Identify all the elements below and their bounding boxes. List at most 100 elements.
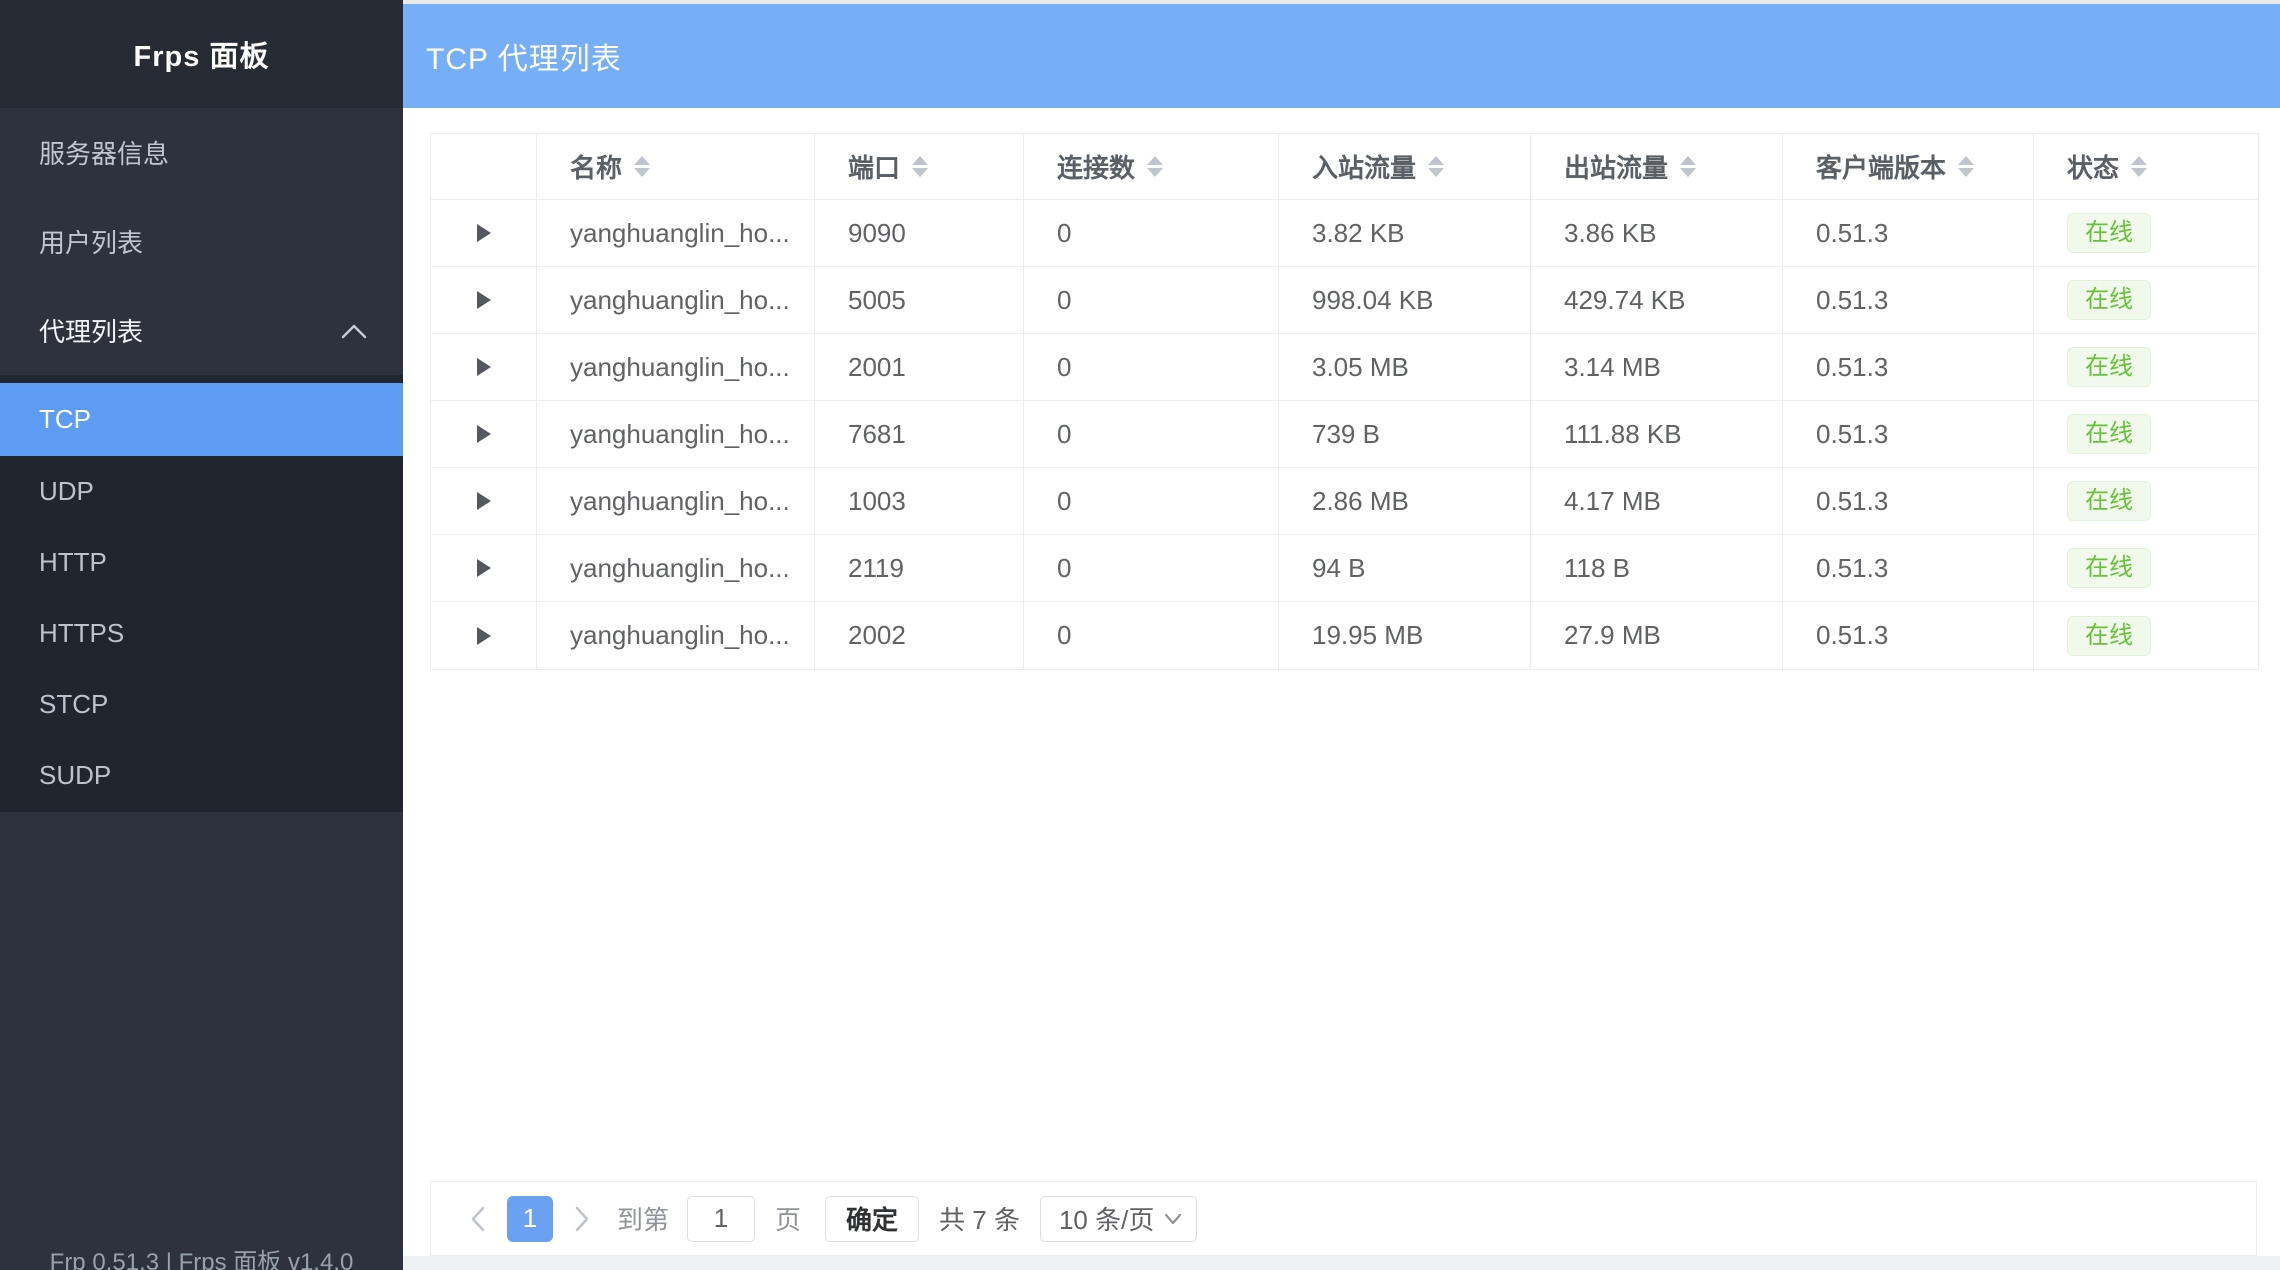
status-badge: 在线 bbox=[2067, 481, 2151, 521]
expand-cell bbox=[431, 334, 537, 400]
page-title: TCP 代理列表 bbox=[426, 34, 622, 78]
expand-row-icon[interactable] bbox=[477, 291, 491, 309]
cell-name: yanghuanglin_ho... bbox=[537, 468, 815, 534]
cell-connections: 0 bbox=[1024, 468, 1279, 534]
expand-row-icon[interactable] bbox=[477, 627, 491, 645]
cell-name: yanghuanglin_ho... bbox=[537, 267, 815, 333]
frps-dashboard: Frps 面板 服务器信息 用户列表 代理列表 TCP UDP bbox=[0, 0, 2280, 1270]
cell-port: 9090 bbox=[815, 200, 1024, 266]
column-header-connections[interactable]: 连接数 bbox=[1024, 134, 1279, 199]
cell-traffic-out: 3.14 MB bbox=[1531, 334, 1783, 400]
cell-traffic-in: 3.05 MB bbox=[1279, 334, 1531, 400]
cell-status: 在线 bbox=[2034, 200, 2258, 266]
app-title: Frps 面板 bbox=[134, 33, 270, 75]
sidebar-item-label: TCP bbox=[39, 404, 91, 435]
sort-carets-icon[interactable] bbox=[634, 156, 650, 177]
total-count-label: 共 7 条 bbox=[939, 1200, 1020, 1237]
column-header-status[interactable]: 状态 bbox=[2034, 134, 2258, 199]
cell-port: 1003 bbox=[815, 468, 1024, 534]
cell-status: 在线 bbox=[2034, 535, 2258, 601]
sort-carets-icon[interactable] bbox=[2131, 156, 2147, 177]
cell-connections: 0 bbox=[1024, 334, 1279, 400]
column-label: 出站流量 bbox=[1564, 148, 1668, 185]
sidebar-item-udp[interactable]: UDP bbox=[0, 456, 403, 527]
cell-status: 在线 bbox=[2034, 334, 2258, 400]
cell-client-version: 0.51.3 bbox=[1783, 334, 2034, 400]
expand-cell bbox=[431, 602, 537, 669]
expand-row-icon[interactable] bbox=[477, 559, 491, 577]
column-label: 客户端版本 bbox=[1816, 148, 1946, 185]
cell-traffic-in: 2.86 MB bbox=[1279, 468, 1531, 534]
sort-carets-icon[interactable] bbox=[912, 156, 928, 177]
sort-carets-icon[interactable] bbox=[1428, 156, 1444, 177]
chevron-down-icon bbox=[1164, 1213, 1182, 1225]
sidebar-item-sudp[interactable]: SUDP bbox=[0, 740, 403, 811]
column-header-name[interactable]: 名称 bbox=[537, 134, 815, 199]
sidebar-item-user-list[interactable]: 用户列表 bbox=[0, 197, 403, 286]
page-number-button[interactable]: 1 bbox=[507, 1196, 553, 1242]
status-badge: 在线 bbox=[2067, 616, 2151, 656]
cell-port: 2119 bbox=[815, 535, 1024, 601]
cell-connections: 0 bbox=[1024, 401, 1279, 467]
cell-client-version: 0.51.3 bbox=[1783, 401, 2034, 467]
sidebar-item-http[interactable]: HTTP bbox=[0, 527, 403, 598]
sidebar-item-server-info[interactable]: 服务器信息 bbox=[0, 108, 403, 197]
column-label: 连接数 bbox=[1057, 148, 1135, 185]
page-jump-input[interactable] bbox=[687, 1196, 755, 1242]
column-header-traffic-in[interactable]: 入站流量 bbox=[1279, 134, 1531, 199]
column-label: 名称 bbox=[570, 148, 622, 185]
cell-traffic-in: 3.82 KB bbox=[1279, 200, 1531, 266]
expand-cell bbox=[431, 535, 537, 601]
status-badge: 在线 bbox=[2067, 414, 2151, 454]
expand-row-icon[interactable] bbox=[477, 358, 491, 376]
column-label: 入站流量 bbox=[1312, 148, 1416, 185]
table-row: yanghuanglin_ho...100302.86 MB4.17 MB0.5… bbox=[431, 468, 2258, 535]
confirm-button[interactable]: 确定 bbox=[825, 1196, 919, 1242]
cell-connections: 0 bbox=[1024, 602, 1279, 669]
cell-traffic-out: 4.17 MB bbox=[1531, 468, 1783, 534]
column-header-port[interactable]: 端口 bbox=[815, 134, 1024, 199]
expand-cell bbox=[431, 468, 537, 534]
cell-name: yanghuanglin_ho... bbox=[537, 535, 815, 601]
sort-carets-icon[interactable] bbox=[1958, 156, 1974, 177]
table-header-row: 名称 端口 连接数 入站流量 出站流量 客户端版本 bbox=[431, 134, 2258, 200]
prev-page-button[interactable] bbox=[467, 1204, 489, 1234]
cell-name: yanghuanglin_ho... bbox=[537, 200, 815, 266]
next-page-button[interactable] bbox=[571, 1204, 593, 1234]
status-badge: 在线 bbox=[2067, 213, 2151, 253]
sidebar-item-label: UDP bbox=[39, 476, 94, 507]
cell-traffic-in: 739 B bbox=[1279, 401, 1531, 467]
sidebar-menu: 服务器信息 用户列表 代理列表 TCP UDP HTTP bbox=[0, 108, 403, 812]
cell-status: 在线 bbox=[2034, 267, 2258, 333]
cell-traffic-out: 111.88 KB bbox=[1531, 401, 1783, 467]
cell-name: yanghuanglin_ho... bbox=[537, 401, 815, 467]
cell-port: 7681 bbox=[815, 401, 1024, 467]
cell-traffic-out: 429.74 KB bbox=[1531, 267, 1783, 333]
expand-cell bbox=[431, 401, 537, 467]
cell-traffic-in: 998.04 KB bbox=[1279, 267, 1531, 333]
page-size-select[interactable]: 10 条/页 bbox=[1040, 1196, 1197, 1242]
sidebar-item-label: HTTPS bbox=[39, 618, 124, 649]
column-header-client-version[interactable]: 客户端版本 bbox=[1783, 134, 2034, 199]
column-header-traffic-out[interactable]: 出站流量 bbox=[1531, 134, 1783, 199]
expand-row-icon[interactable] bbox=[477, 224, 491, 242]
sidebar-item-https[interactable]: HTTPS bbox=[0, 598, 403, 669]
cell-name: yanghuanglin_ho... bbox=[537, 334, 815, 400]
sort-carets-icon[interactable] bbox=[1147, 156, 1163, 177]
sidebar-item-label: SUDP bbox=[39, 760, 111, 791]
cell-status: 在线 bbox=[2034, 468, 2258, 534]
cell-traffic-in: 94 B bbox=[1279, 535, 1531, 601]
cell-port: 2001 bbox=[815, 334, 1024, 400]
expand-row-icon[interactable] bbox=[477, 425, 491, 443]
sidebar-item-stcp[interactable]: STCP bbox=[0, 669, 403, 740]
table-row: yanghuanglin_ho...909003.82 KB3.86 KB0.5… bbox=[431, 200, 2258, 267]
sidebar: Frps 面板 服务器信息 用户列表 代理列表 TCP UDP bbox=[0, 0, 403, 1270]
sidebar-item-proxy-list[interactable]: 代理列表 bbox=[0, 286, 403, 375]
cell-traffic-out: 27.9 MB bbox=[1531, 602, 1783, 669]
sort-carets-icon[interactable] bbox=[1680, 156, 1696, 177]
table-row: yanghuanglin_ho...2002019.95 MB27.9 MB0.… bbox=[431, 602, 2258, 669]
sidebar-item-tcp[interactable]: TCP bbox=[0, 383, 403, 456]
expand-row-icon[interactable] bbox=[477, 492, 491, 510]
cell-client-version: 0.51.3 bbox=[1783, 267, 2034, 333]
cell-status: 在线 bbox=[2034, 401, 2258, 467]
